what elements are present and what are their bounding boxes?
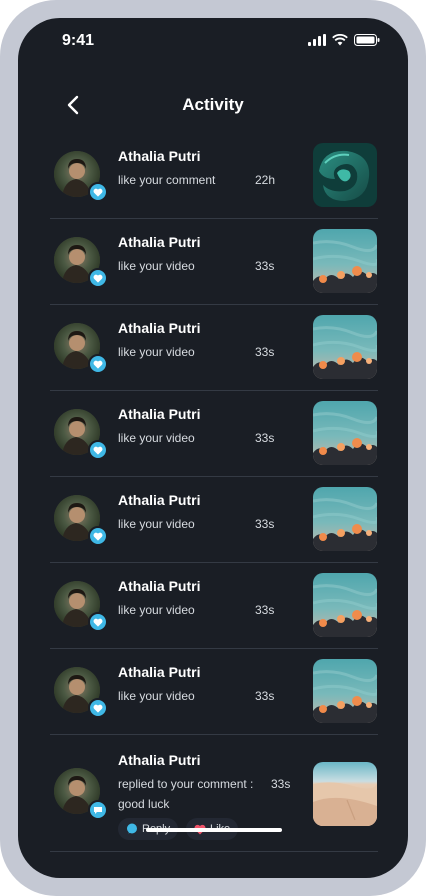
activity-item[interactable]: Athalia Putri like your comment 22h (50, 143, 378, 219)
user-name[interactable]: Athalia Putri (118, 406, 200, 422)
activity-item[interactable]: Athalia Putri like your video 33s (50, 573, 378, 649)
status-time: 9:41 (62, 32, 95, 49)
sky-image (313, 315, 377, 379)
like-badge-icon (88, 440, 108, 460)
abstract-image (313, 143, 377, 207)
activity-text: like your video (118, 431, 195, 445)
status-icons (308, 34, 380, 46)
desert-image (313, 762, 377, 826)
user-name[interactable]: Athalia Putri (118, 320, 200, 336)
content-thumbnail[interactable] (313, 229, 377, 293)
activity-time: 33s (271, 777, 291, 791)
activity-text: like your comment (118, 173, 216, 187)
content-thumbnail[interactable] (313, 487, 377, 551)
activity-time: 33s (255, 431, 275, 445)
comment-text: good luck (118, 797, 170, 811)
user-name[interactable]: Athalia Putri (118, 234, 200, 250)
chat-bubble-icon (127, 823, 137, 834)
user-name[interactable]: Athalia Putri (118, 148, 200, 164)
sky-image (313, 229, 377, 293)
like-badge-icon (88, 612, 108, 632)
home-indicator (146, 828, 282, 832)
comment-badge-icon (88, 800, 108, 820)
user-name[interactable]: Athalia Putri (118, 752, 200, 768)
phone-frame: 9:41 Activity Athalia Putri like your co… (0, 0, 426, 896)
activity-item[interactable]: Athalia Putri like your video 33s (50, 659, 378, 735)
activity-text: like your video (118, 689, 195, 703)
wifi-icon (332, 34, 348, 46)
user-name[interactable]: Athalia Putri (118, 664, 200, 680)
header: Activity (18, 93, 408, 117)
activity-text: like your video (118, 345, 195, 359)
like-badge-icon (88, 698, 108, 718)
like-badge-icon (88, 354, 108, 374)
activity-item[interactable]: Athalia Putri like your video 33s (50, 401, 378, 477)
content-thumbnail[interactable] (313, 315, 377, 379)
activity-item[interactable]: Athalia Putri like your video 33s (50, 315, 378, 391)
activity-reply-item[interactable]: Athalia Putri replied to your comment : … (50, 736, 378, 852)
page-title: Activity (182, 95, 244, 114)
activity-time: 33s (255, 603, 275, 617)
content-thumbnail[interactable] (313, 762, 377, 826)
sky-image (313, 487, 377, 551)
activity-time: 33s (255, 689, 275, 703)
activity-time: 33s (255, 517, 275, 531)
activity-item[interactable]: Athalia Putri like your video 33s (50, 487, 378, 563)
status-bar: 9:41 (18, 32, 408, 52)
like-badge-icon (88, 268, 108, 288)
signal-icon (308, 34, 326, 46)
sky-image (313, 573, 377, 637)
content-thumbnail[interactable] (313, 401, 377, 465)
user-name[interactable]: Athalia Putri (118, 492, 200, 508)
content-thumbnail[interactable] (313, 659, 377, 723)
activity-text: like your video (118, 259, 195, 273)
like-badge-icon (88, 182, 108, 202)
activity-text: replied to your comment : (118, 777, 254, 791)
content-thumbnail[interactable] (313, 573, 377, 637)
activity-time: 33s (255, 345, 275, 359)
activity-time: 22h (255, 173, 276, 187)
activity-time: 33s (255, 259, 275, 273)
content-thumbnail[interactable] (313, 143, 377, 207)
screen: 9:41 Activity Athalia Putri like your co… (18, 18, 408, 878)
activity-item[interactable]: Athalia Putri like your video 33s (50, 229, 378, 305)
sky-image (313, 401, 377, 465)
activity-text: like your video (118, 517, 195, 531)
activity-text: like your video (118, 603, 195, 617)
sky-image (313, 659, 377, 723)
battery-icon (354, 34, 380, 46)
like-badge-icon (88, 526, 108, 546)
user-name[interactable]: Athalia Putri (118, 578, 200, 594)
